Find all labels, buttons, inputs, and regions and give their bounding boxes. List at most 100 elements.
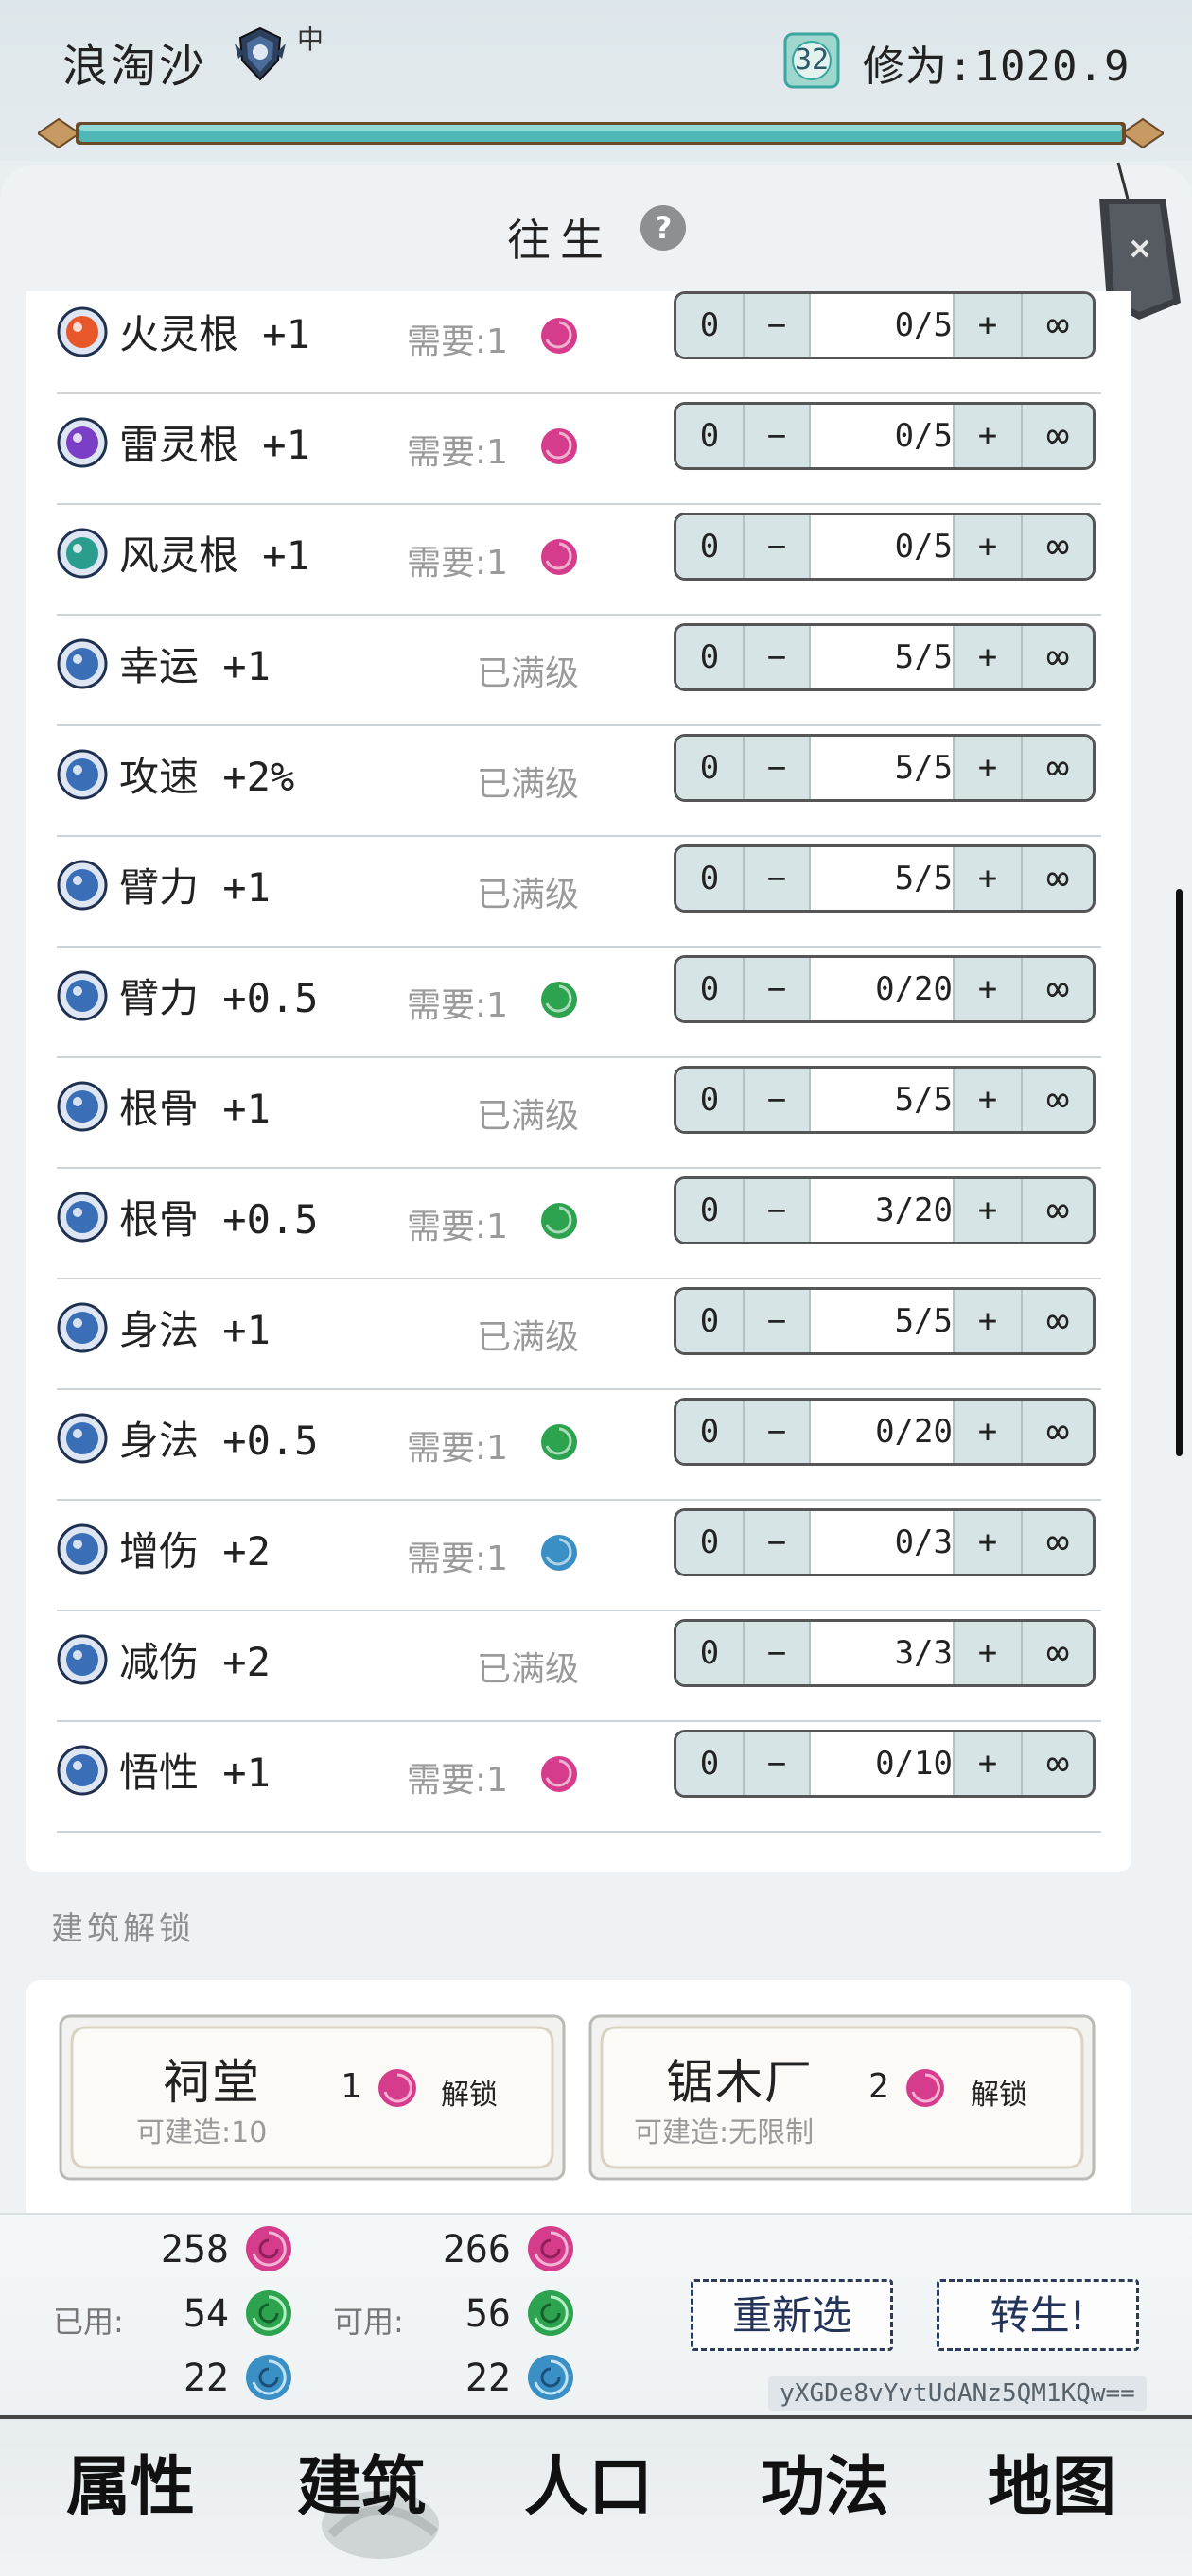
level-count: 3/20: [875, 1192, 953, 1229]
decrement-button[interactable]: −: [745, 847, 809, 910]
increment-button[interactable]: +: [955, 515, 1021, 578]
reset-zero-button[interactable]: 0: [676, 405, 743, 467]
increment-button[interactable]: +: [955, 1732, 1021, 1795]
pink-orb-icon: [906, 2069, 944, 2107]
max-button[interactable]: ∞: [1023, 1511, 1093, 1574]
reset-zero-button[interactable]: 0: [676, 1069, 743, 1131]
tab-label: 属性: [66, 2449, 196, 2525]
max-button[interactable]: ∞: [1023, 1179, 1093, 1242]
reset-zero-button[interactable]: 0: [676, 1622, 743, 1684]
available-label: 可用:: [333, 2304, 404, 2340]
level-count: 3/3: [894, 1634, 953, 1672]
increment-button[interactable]: +: [955, 737, 1021, 799]
strength-icon: [57, 970, 108, 1021]
upgrade-row: 幸运 +1 已满级 0− 5/5 + ∞: [57, 614, 1101, 726]
increment-button[interactable]: +: [955, 1179, 1021, 1242]
building-shrine[interactable]: 祠堂 可建造:10 1 解锁: [59, 2014, 566, 2181]
decrement-button[interactable]: −: [745, 515, 809, 578]
upgrade-label: 悟性 +1: [119, 1749, 271, 1796]
green-orb-icon: [528, 2290, 573, 2336]
max-button[interactable]: ∞: [1023, 737, 1093, 799]
rank-emblem-icon[interactable]: [231, 25, 289, 83]
decrement-button[interactable]: −: [745, 1179, 809, 1242]
increment-button[interactable]: +: [955, 1511, 1021, 1574]
reset-zero-button[interactable]: 0: [676, 1732, 743, 1795]
decrement-button[interactable]: −: [745, 1401, 809, 1463]
max-button[interactable]: ∞: [1023, 1069, 1093, 1131]
decrement-button[interactable]: −: [745, 626, 809, 688]
reset-zero-button[interactable]: 0: [676, 737, 743, 799]
green-orb-icon: [541, 1203, 577, 1239]
tab-population[interactable]: 人口: [511, 2434, 700, 2548]
upgrade-row: 火灵根 +1 需要:1 0− 0/5 + ∞: [57, 282, 1101, 394]
help-icon[interactable]: ?: [638, 202, 689, 253]
increment-button[interactable]: +: [955, 958, 1021, 1020]
decrement-button[interactable]: −: [745, 1290, 809, 1352]
decrement-button[interactable]: −: [745, 1622, 809, 1684]
pink-orb-icon: [541, 1756, 577, 1792]
upgrade-label: 臂力 +1: [119, 864, 271, 911]
reset-zero-button[interactable]: 0: [676, 1401, 743, 1463]
upgrade-row: 攻速 +2% 已满级 0− 5/5 + ∞: [57, 724, 1101, 837]
cultivation-progress-bar: [38, 117, 1164, 149]
reset-zero-button[interactable]: 0: [676, 958, 743, 1020]
level-stepper: 0− 3/3 + ∞: [674, 1619, 1096, 1687]
character-name: 浪淘沙: [62, 40, 208, 93]
reset-zero-button[interactable]: 0: [676, 515, 743, 578]
decrement-button[interactable]: −: [745, 294, 809, 357]
increment-button[interactable]: +: [955, 1069, 1021, 1131]
reset-zero-button[interactable]: 0: [676, 626, 743, 688]
level-count: 5/5: [894, 1081, 953, 1119]
upgrade-row: 臂力 +0.5 需要:1 0− 0/20 + ∞: [57, 946, 1101, 1058]
max-button[interactable]: ∞: [1023, 1290, 1093, 1352]
available-pink-count: 266: [442, 2228, 511, 2271]
reset-zero-button[interactable]: 0: [676, 1511, 743, 1574]
tab-attributes[interactable]: 属性: [53, 2434, 242, 2548]
reset-zero-button[interactable]: 0: [676, 847, 743, 910]
used-pink-count: 258: [160, 2228, 229, 2271]
cost-label: 需要:1: [407, 1208, 509, 1246]
svg-text:?: ?: [655, 210, 673, 246]
max-button[interactable]: ∞: [1023, 515, 1093, 578]
max-button[interactable]: ∞: [1023, 1401, 1093, 1463]
upgrade-label: 身法 +0.5: [119, 1418, 319, 1464]
decrement-button[interactable]: −: [745, 1069, 809, 1131]
increment-button[interactable]: +: [955, 1622, 1021, 1684]
reset-zero-button[interactable]: 0: [676, 1290, 743, 1352]
decrement-button[interactable]: −: [745, 1732, 809, 1795]
max-button[interactable]: ∞: [1023, 1732, 1093, 1795]
decrement-button[interactable]: −: [745, 1511, 809, 1574]
level-count: 0/5: [894, 528, 953, 566]
building-limit: 可建造:10: [136, 2116, 268, 2150]
max-button[interactable]: ∞: [1023, 405, 1093, 467]
level-number: 32: [794, 44, 830, 77]
tab-techniques[interactable]: 功法: [747, 2434, 937, 2548]
increment-button[interactable]: +: [955, 1401, 1021, 1463]
decrement-button[interactable]: −: [745, 405, 809, 467]
green-orb-icon: [541, 982, 577, 1018]
max-button[interactable]: ∞: [1023, 1622, 1093, 1684]
building-sawmill[interactable]: 锯木厂 可建造:无限制 2 解锁: [588, 2014, 1096, 2181]
seed-code[interactable]: yXGDe8vYvtUdANz5QM1KQw==: [768, 2376, 1147, 2411]
increment-button[interactable]: +: [955, 1290, 1021, 1352]
increment-button[interactable]: +: [955, 847, 1021, 910]
increment-button[interactable]: +: [955, 626, 1021, 688]
max-button[interactable]: ∞: [1023, 626, 1093, 688]
tab-map[interactable]: 地图: [974, 2434, 1164, 2548]
scrollbar[interactable]: [1176, 889, 1183, 1456]
rebirth-button[interactable]: 转生!: [937, 2279, 1139, 2351]
reset-zero-button[interactable]: 0: [676, 294, 743, 357]
pink-orb-icon: [541, 428, 577, 464]
reset-zero-button[interactable]: 0: [676, 1179, 743, 1242]
increment-button[interactable]: +: [955, 294, 1021, 357]
max-button[interactable]: ∞: [1023, 847, 1093, 910]
available-green-count: 56: [465, 2292, 511, 2336]
decrement-button[interactable]: −: [745, 737, 809, 799]
decrement-button[interactable]: −: [745, 958, 809, 1020]
max-button[interactable]: ∞: [1023, 958, 1093, 1020]
reroll-button[interactable]: 重新选: [691, 2279, 893, 2351]
upgrade-label: 臂力 +0.5: [119, 975, 319, 1021]
max-button[interactable]: ∞: [1023, 294, 1093, 357]
increment-button[interactable]: +: [955, 405, 1021, 467]
tab-buildings[interactable]: 建筑: [284, 2434, 473, 2548]
